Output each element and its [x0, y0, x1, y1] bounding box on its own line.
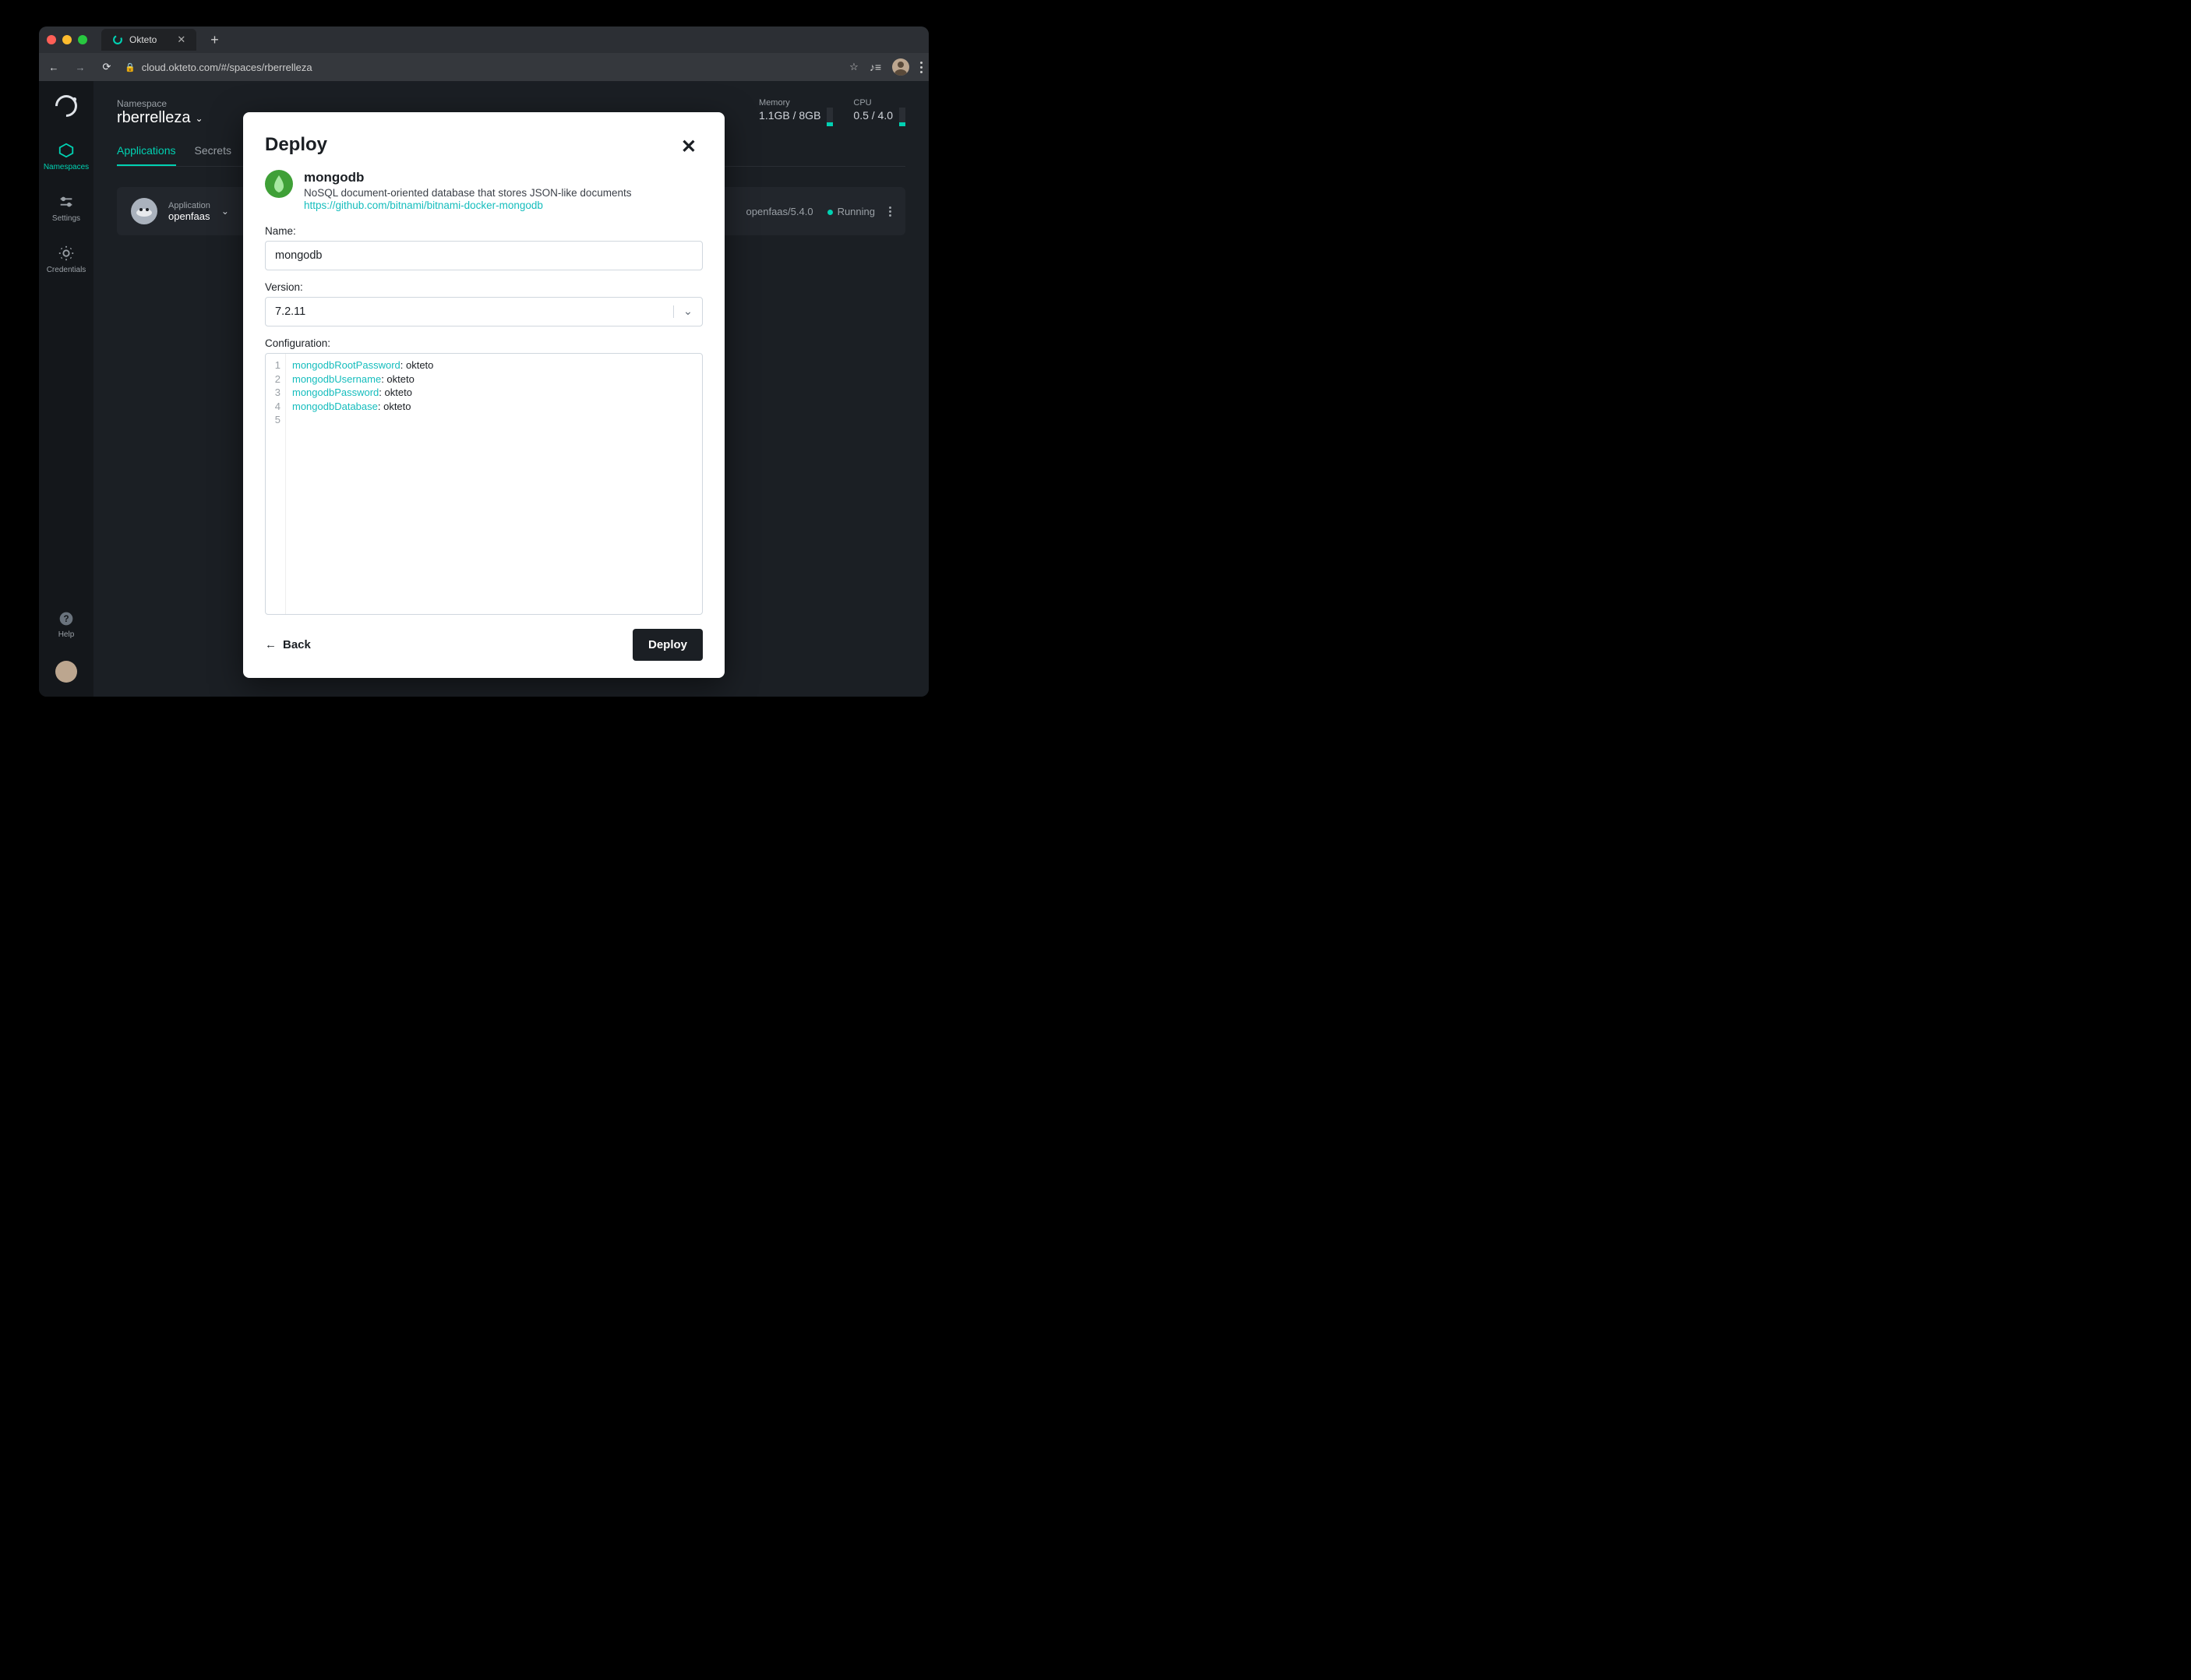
app-title: mongodb [304, 170, 631, 185]
deploy-button[interactable]: Deploy [633, 629, 703, 661]
deploy-modal: Deploy ✕ mongodb NoSQL document-oriented… [243, 112, 725, 678]
name-label: Name: [265, 225, 703, 237]
mongodb-icon [265, 170, 293, 198]
arrow-left-icon: ← [265, 638, 277, 651]
back-button[interactable]: ← Back [265, 638, 311, 651]
name-input[interactable] [265, 241, 703, 270]
close-icon[interactable]: ✕ [681, 136, 697, 158]
repo-link[interactable]: https://github.com/bitnami/bitnami-docke… [304, 199, 543, 211]
version-label: Version: [265, 281, 703, 293]
version-select[interactable]: 7.2.11 ⌄ [265, 297, 703, 326]
modal-title: Deploy [265, 134, 703, 156]
app-description: NoSQL document-oriented database that st… [304, 187, 631, 199]
chevron-down-icon: ⌄ [673, 305, 693, 318]
config-label: Configuration: [265, 337, 703, 349]
modal-overlay: Deploy ✕ mongodb NoSQL document-oriented… [39, 26, 929, 697]
config-editor[interactable]: 12345 mongodbRootPassword: oktetomongodb… [265, 353, 703, 615]
